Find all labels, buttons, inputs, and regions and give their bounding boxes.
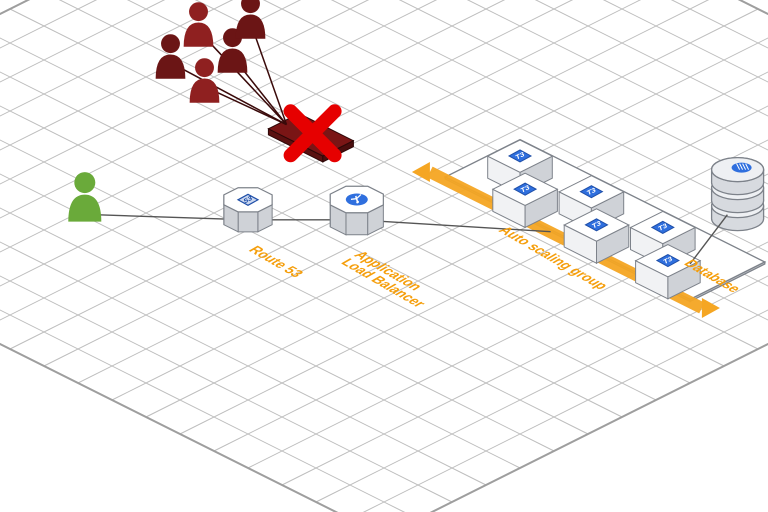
- route53-node: 53: [224, 188, 272, 232]
- database: [712, 158, 764, 231]
- architecture-diagram: T3T3T3T3T3T353Route 53ApplicationLoad Ba…: [0, 0, 768, 512]
- alb-icon: [346, 194, 368, 206]
- alb-node: [330, 186, 383, 235]
